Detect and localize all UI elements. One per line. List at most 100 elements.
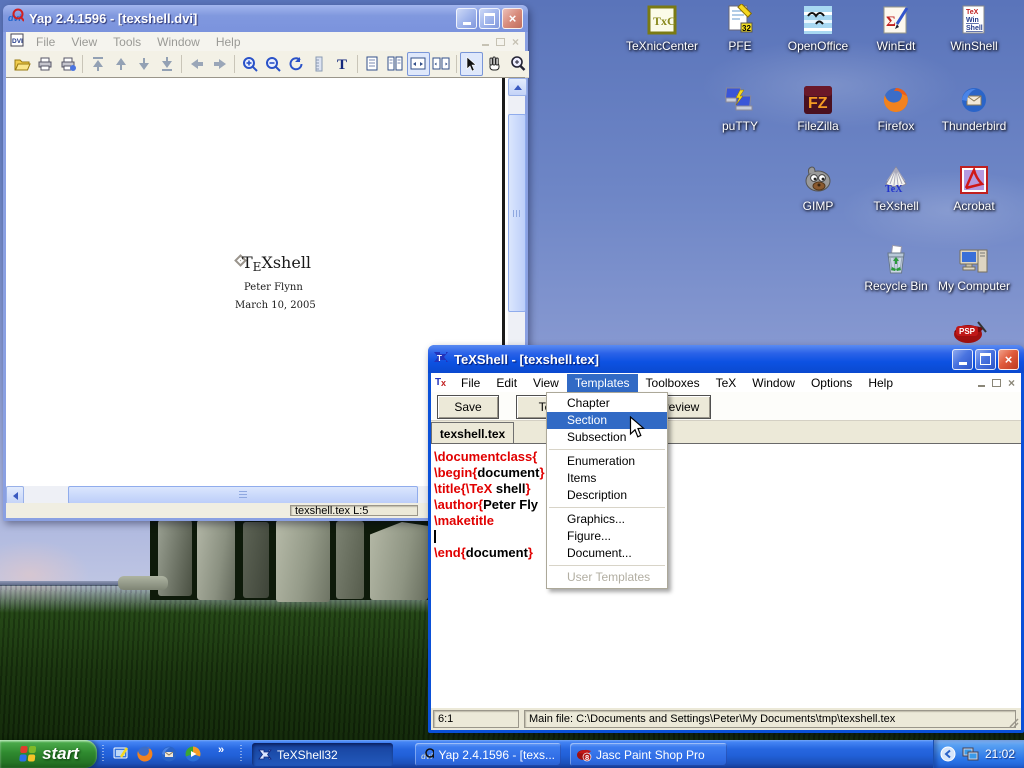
desktop-icon-winedt[interactable]: Σ WinEdt: [858, 2, 934, 53]
desktop-icon-my-computer[interactable]: My Computer: [936, 242, 1012, 293]
menu-item-document[interactable]: Document...: [547, 545, 667, 562]
menu-templates[interactable]: Templates: [567, 374, 638, 392]
desktop-icon-winshell[interactable]: TeXWinShell WinShell: [936, 2, 1012, 53]
menu-options[interactable]: Options: [803, 374, 860, 392]
scroll-thumb[interactable]: [68, 486, 418, 504]
desktop-icon-texniccenter[interactable]: TxC TeXnicCenter: [624, 2, 700, 53]
yap-maximize-button[interactable]: [479, 8, 500, 29]
menu-view[interactable]: View: [525, 374, 567, 392]
mdi-close-icon[interactable]: ×: [1008, 376, 1015, 390]
yap-menu-view[interactable]: View: [63, 33, 105, 51]
yap-mdi-minimize-icon[interactable]: [482, 38, 489, 46]
page-width-icon[interactable]: [407, 52, 430, 76]
mdi-restore-icon[interactable]: [992, 379, 1001, 387]
menu-toolboxes[interactable]: Toolboxes: [638, 374, 708, 392]
menu-edit[interactable]: Edit: [488, 374, 525, 392]
texshell-maximize-button[interactable]: [975, 349, 996, 370]
texshell-titlebar[interactable]: T TeXShell - [texshell.tex] ×: [428, 345, 1024, 373]
first-page-icon[interactable]: [86, 52, 109, 76]
text-tool-icon[interactable]: T: [331, 52, 354, 76]
menu-item-subsection[interactable]: Subsection: [547, 429, 667, 446]
open-icon[interactable]: [10, 52, 33, 76]
single-page-icon[interactable]: [361, 52, 384, 76]
quicklaunch-media-player-icon[interactable]: [184, 745, 202, 763]
continuous-view-icon[interactable]: [384, 52, 407, 76]
menu-tex[interactable]: TeX: [708, 374, 745, 392]
yap-menu-file[interactable]: File: [28, 33, 63, 51]
menu-window[interactable]: Window: [744, 374, 803, 392]
menu-separator: [549, 449, 665, 450]
network-tray-icon[interactable]: [962, 746, 979, 762]
double-page-width-icon[interactable]: [430, 52, 453, 76]
magnifier-tool-icon[interactable]: [506, 52, 529, 76]
stonehenge-stone: [243, 522, 269, 598]
scroll-thumb[interactable]: [508, 114, 526, 312]
yap-minimize-button[interactable]: [456, 8, 477, 29]
desktop-icon-pfe[interactable]: 32 PFE: [702, 2, 778, 53]
desktop-icon-acrobat[interactable]: Acrobat: [936, 162, 1012, 213]
menu-item-chapter[interactable]: Chapter: [547, 395, 667, 412]
desktop-icon-putty[interactable]: puTTY: [702, 82, 778, 133]
yap-titlebar[interactable]: dvi Yap 2.4.1596 - [texshell.dvi] ×: [3, 5, 528, 32]
menu-file[interactable]: File: [453, 374, 488, 392]
pfe-icon: 32: [724, 2, 756, 36]
start-button[interactable]: start: [0, 740, 97, 768]
yap-mdi-restore-icon[interactable]: [496, 38, 505, 46]
menu-item-section[interactable]: Section: [547, 412, 667, 429]
back-icon[interactable]: [185, 52, 208, 76]
desktop-icon-psp[interactable]: PSP: [938, 318, 998, 344]
taskbar-button-texshell32[interactable]: TeXShell32: [252, 743, 393, 766]
texshell-minimize-button[interactable]: [952, 349, 973, 370]
ruler-tool-icon[interactable]: [308, 52, 331, 76]
quicklaunch-overflow-chevron[interactable]: »: [218, 744, 224, 756]
print-setup-icon[interactable]: [56, 52, 79, 76]
svg-text:FZ: FZ: [808, 95, 828, 112]
scroll-up-icon[interactable]: [508, 78, 527, 96]
yap-mdi-close-icon[interactable]: ×: [512, 35, 519, 49]
resize-grip[interactable]: [1008, 717, 1020, 729]
mdi-minimize-icon[interactable]: [978, 379, 985, 387]
svg-text:32: 32: [742, 24, 751, 33]
desktop-icon-recycle-bin[interactable]: Recycle Bin: [858, 242, 934, 293]
desktop-icon-firefox[interactable]: Firefox: [858, 82, 934, 133]
next-page-icon[interactable]: [132, 52, 155, 76]
tab-texshell-tex[interactable]: texshell.tex: [431, 422, 514, 445]
taskbar-button-yap[interactable]: dvi Yap 2.4.1596 - [texs...: [415, 743, 561, 766]
desktop-icon-thunderbird[interactable]: Thunderbird: [936, 82, 1012, 133]
yap-menu-tools[interactable]: Tools: [105, 33, 149, 51]
select-tool-icon[interactable]: [460, 52, 483, 76]
menu-help[interactable]: Help: [860, 374, 901, 392]
pan-tool-icon[interactable]: [483, 52, 506, 76]
menu-item-description[interactable]: Description: [547, 487, 667, 504]
refresh-icon[interactable]: [285, 52, 308, 76]
menu-item-figure[interactable]: Figure...: [547, 528, 667, 545]
texshell-close-button[interactable]: ×: [998, 349, 1019, 370]
show-desktop-icon[interactable]: [112, 745, 130, 763]
zoom-out-icon[interactable]: [261, 52, 284, 76]
yap-menu-help[interactable]: Help: [208, 33, 249, 51]
save-button[interactable]: Save: [437, 395, 499, 419]
windows-flag-icon: [18, 744, 38, 764]
taskbar-clock[interactable]: 21:02: [985, 747, 1015, 761]
desktop-icon-gimp[interactable]: GIMP: [780, 162, 856, 213]
yap-menu-window[interactable]: Window: [149, 33, 208, 51]
taskbar-button-jasc-paint-shop-pro[interactable]: 8 Jasc Paint Shop Pro: [570, 743, 727, 766]
desktop-icon-openoffice[interactable]: OpenOffice: [780, 2, 856, 53]
print-icon[interactable]: [33, 52, 56, 76]
zoom-in-icon[interactable]: [238, 52, 261, 76]
menu-item-graphics[interactable]: Graphics...: [547, 511, 667, 528]
last-page-icon[interactable]: [155, 52, 178, 76]
desktop-icon-filezilla[interactable]: FZ FileZilla: [780, 82, 856, 133]
desktop-icon-texshell[interactable]: TeX TeXshell: [858, 162, 934, 213]
hide-icons-chevron-icon[interactable]: [940, 746, 956, 762]
quicklaunch-thunderbird-icon[interactable]: [160, 745, 178, 763]
quicklaunch-firefox-icon[interactable]: [136, 745, 154, 763]
menu-item-items[interactable]: Items: [547, 470, 667, 487]
previous-page-icon[interactable]: [109, 52, 132, 76]
svg-text:TeX: TeX: [966, 9, 979, 16]
stonehenge-fallen-stone: [118, 576, 168, 590]
forward-icon[interactable]: [208, 52, 231, 76]
menu-item-enumeration[interactable]: Enumeration: [547, 453, 667, 470]
yap-close-button[interactable]: ×: [502, 8, 523, 29]
editor-area[interactable]: \documentclass{\begin{document}\title{\T…: [431, 443, 1021, 708]
